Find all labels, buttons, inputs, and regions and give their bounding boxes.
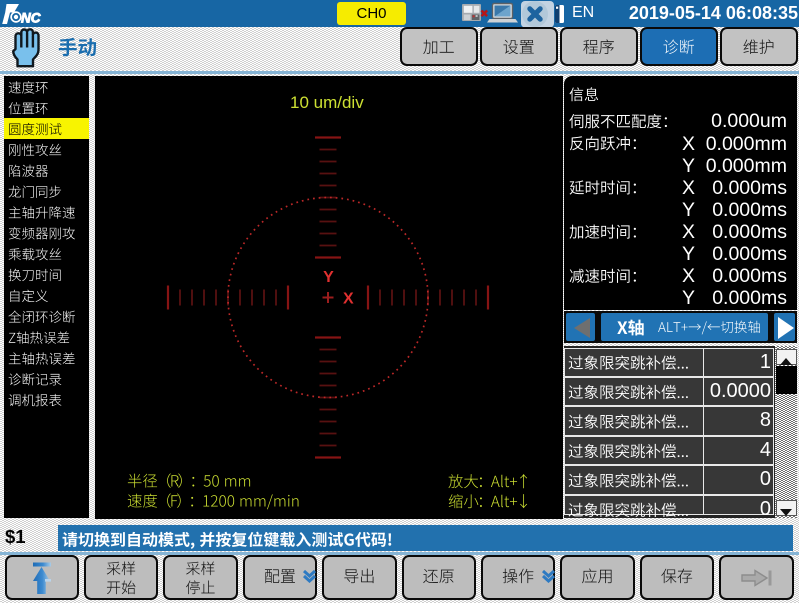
svg-text:X: X	[343, 290, 354, 307]
svg-text:Y: Y	[323, 269, 334, 286]
svg-text:NC: NC	[21, 11, 41, 26]
